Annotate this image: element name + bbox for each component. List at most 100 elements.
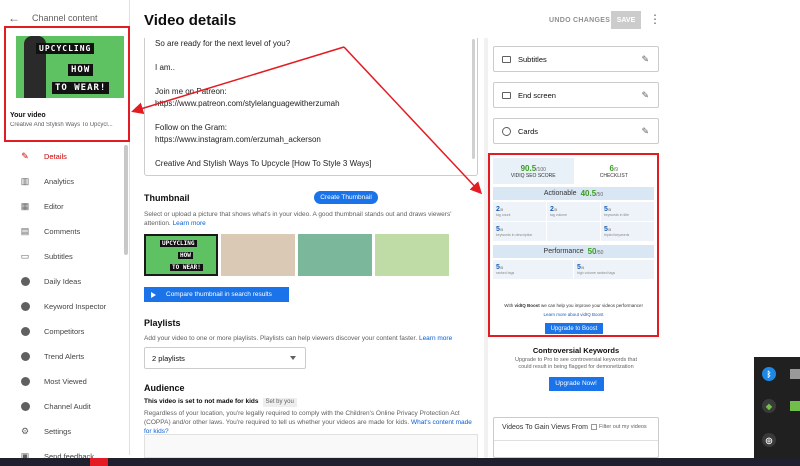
filter-label: Filter out my videos — [599, 424, 647, 430]
audience-text: Regardless of your location, you're lega… — [144, 409, 479, 436]
back-arrow-icon[interactable]: ← — [8, 11, 20, 25]
thumbnail-help-text: Select or upload a picture that shows wh… — [144, 210, 479, 228]
thumbnail-option-selected[interactable]: UPCYCLING HOW TO WEAR! — [144, 234, 218, 276]
undo-changes-button[interactable]: UNDO CHANGES — [549, 17, 610, 24]
sidebar-scrollbar[interactable] — [124, 145, 128, 255]
sidebar-item-daily-ideas[interactable]: Daily Ideas — [0, 269, 128, 294]
end-screen-icon — [502, 91, 511, 99]
upgrade-now-button[interactable]: Upgrade Now! — [548, 377, 604, 391]
pencil-icon[interactable]: ✎ — [641, 54, 649, 65]
sidebar-item-channel-audit[interactable]: Channel Audit — [0, 394, 128, 419]
sidebar-item-label: Keyword Inspector — [44, 302, 107, 311]
sidebar-item-competitors[interactable]: Competitors — [0, 319, 128, 344]
metric-max: /5 — [499, 207, 504, 212]
end-screen-card[interactable]: End screen ✎ — [493, 82, 659, 108]
metric-cell: 2/5 tag volume — [547, 202, 600, 221]
controversial-text: Upgrade to Pro to see controversial keyw… — [515, 357, 637, 370]
cards-card-label: Cards — [518, 126, 539, 136]
bluetooth-icon[interactable]: ᛒ — [762, 367, 776, 381]
learn-more-boost-link[interactable]: Learn more about vidIQ Boost — [493, 312, 654, 317]
metric-name: ranked tags — [496, 271, 515, 275]
seo-score: 90.5/100 — [521, 164, 546, 173]
tab-checklist[interactable]: 6/9 CHECKLIST — [574, 158, 655, 184]
description-line: Creative And Stylish Ways To Upcycle [Ho… — [155, 159, 372, 168]
sidebar-item-comments[interactable]: ▤ Comments — [0, 219, 128, 244]
subtitles-card[interactable]: Subtitles ✎ — [493, 46, 659, 72]
security-icon[interactable]: ◆ — [762, 399, 776, 413]
description-scrollbar[interactable] — [472, 39, 475, 159]
metric-max: /5 — [499, 227, 504, 232]
sidebar-item-settings[interactable]: ⚙ Settings — [0, 419, 128, 444]
sidebar-item-label: Channel Audit — [44, 402, 91, 411]
video-thumbnail[interactable]: UPCYCLING HOW TO WEAR! — [16, 36, 124, 98]
pencil-icon[interactable]: ✎ — [641, 90, 649, 101]
compare-thumbnail-label: Compare thumbnail in search results — [166, 291, 272, 298]
sidebar-nav: ✎ Details ▥ Analytics ▦ Editor ▤ Comments ▭ S… — [0, 144, 128, 466]
start-icon[interactable] — [90, 458, 108, 466]
performance-score-value: 50 — [587, 247, 597, 256]
cards-card[interactable]: Cards ✎ — [493, 118, 659, 144]
sidebar-item-label: Subtitles — [44, 252, 73, 261]
description-line — [155, 51, 467, 63]
sidebar-item-trend-alerts[interactable]: Trend Alerts — [0, 344, 128, 369]
thumbnail-option[interactable] — [298, 234, 372, 276]
vidiq-icon — [20, 327, 30, 337]
thumbnail-learn-more-link[interactable]: Learn more — [173, 220, 206, 227]
features-notice — [144, 434, 478, 458]
description-line: Join me on Patreon: — [155, 87, 227, 96]
video-card[interactable]: UPCYCLING HOW TO WEAR! Your video Creati… — [4, 26, 130, 142]
metric-name: keywords in description — [496, 233, 533, 237]
more-options-icon[interactable]: ⋮ — [649, 12, 661, 26]
playlists-select[interactable]: 2 playlists — [144, 347, 306, 369]
tray-icon[interactable] — [790, 369, 800, 379]
audience-section-title: Audience — [144, 383, 185, 393]
sidebar-item-details[interactable]: ✎ Details — [0, 144, 128, 169]
taskbar — [0, 458, 800, 466]
sidebar-item-most-viewed[interactable]: Most Viewed — [0, 369, 128, 394]
thumbnail-text-2: HOW — [178, 252, 193, 259]
metric-max: /5 — [553, 207, 558, 212]
thumbnail-option[interactable] — [375, 234, 449, 276]
sidebar-item-editor[interactable]: ▦ Editor — [0, 194, 128, 219]
pencil-icon[interactable]: ✎ — [641, 126, 649, 137]
subtitles-icon — [502, 55, 511, 63]
info-icon — [502, 126, 511, 136]
playlists-section-title: Playlists — [144, 318, 181, 328]
sidebar-item-keyword-inspector[interactable]: Keyword Inspector — [0, 294, 128, 319]
metric-cell: 5/5 keywords in title — [601, 202, 654, 221]
channel-content-link[interactable]: Channel content — [32, 13, 98, 23]
metric-max: /5 — [580, 265, 585, 270]
create-thumbnail-button[interactable]: Create Thumbnail — [314, 191, 378, 204]
actionable-header: Actionable 40.5/50 — [493, 187, 654, 200]
actionable-score-value: 40.5 — [580, 189, 597, 198]
description-line: https://www.patreon.com/stylelanguagewit… — [155, 99, 340, 108]
compare-thumbnail-button[interactable]: Compare thumbnail in search results — [144, 287, 289, 302]
vidiq-icon — [20, 352, 30, 362]
upgrade-to-boost-button[interactable]: Upgrade to Boost — [545, 323, 603, 334]
analytics-icon: ▥ — [20, 176, 30, 186]
tray-icon[interactable] — [790, 401, 800, 411]
tab-seo-score[interactable]: 90.5/100 VIDIQ SEO SCORE — [493, 158, 574, 184]
filter-my-videos[interactable]: Filter out my videos — [591, 424, 647, 430]
metric-cell: 5/5 keywords in description — [493, 222, 546, 241]
description-line: Follow on the Gram: — [155, 123, 228, 132]
chrome-icon[interactable]: ◎ — [762, 433, 776, 447]
description-line — [155, 147, 467, 159]
pencil-icon: ✎ — [21, 151, 29, 161]
playlists-help-text: Add your video to one or more playlists.… — [144, 334, 479, 343]
metric-name: high volume ranked tags — [577, 271, 616, 275]
checkbox[interactable] — [591, 424, 597, 430]
vidiq-icon — [20, 302, 30, 312]
description-field[interactable]: So are ready for the next level of you? … — [144, 38, 478, 176]
save-button[interactable]: SAVE — [611, 11, 641, 29]
metric-cell: 5/5 ranked tags — [493, 260, 573, 279]
actionable-score: 40.5/50 — [581, 189, 604, 198]
right-panel: Subtitles ✎ End screen ✎ Cards ✎ 90.5/10… — [488, 38, 660, 458]
thumbnail-text-1: UPCYCLING — [160, 240, 197, 247]
playlists-learn-more-link[interactable]: Learn more — [419, 335, 452, 342]
description-line — [155, 111, 467, 123]
thumbnail-option[interactable] — [221, 234, 295, 276]
sidebar-item-label: Analytics — [44, 177, 75, 186]
sidebar-item-analytics[interactable]: ▥ Analytics — [0, 169, 128, 194]
sidebar-item-subtitles[interactable]: ▭ Subtitles — [0, 244, 128, 269]
